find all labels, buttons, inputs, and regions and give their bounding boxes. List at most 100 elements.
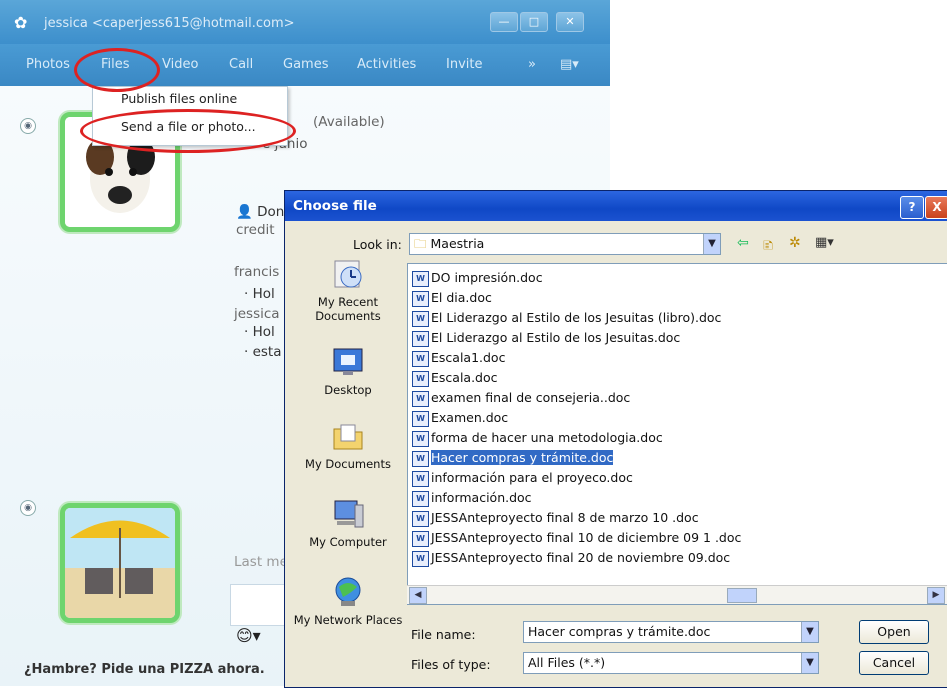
chat-snippet-2: credit — [236, 222, 275, 238]
place-label: My Recent Documents — [315, 295, 381, 323]
window-title: jessica <caperjess615@hotmail.com> — [44, 16, 295, 31]
menu-item-publish-files[interactable]: Publish files online — [121, 91, 237, 106]
collapse-icon[interactable]: ◉ — [20, 118, 36, 134]
my-documents-icon — [331, 419, 365, 453]
menu-options-icon[interactable]: ▤▾ — [560, 57, 579, 72]
back-icon[interactable]: ⇦ — [737, 235, 749, 251]
places-bar: My Recent Documents Desktop My Documents… — [293, 257, 403, 677]
file-item[interactable]: W JESSAnteproyecto final 8 de marzo 10 .d… — [412, 510, 699, 530]
menu-games[interactable]: Games — [283, 57, 328, 72]
messenger-titlebar: ✿ jessica <caperjess615@hotmail.com> — □… — [0, 0, 610, 44]
look-in-label: Look in: — [353, 237, 402, 252]
file-item[interactable]: Winformación para el proyeco.doc — [412, 470, 633, 490]
file-item-selected[interactable]: W Hacer compras y trámite.doc — [412, 450, 614, 470]
word-doc-icon: W — [412, 390, 429, 407]
maximize-button[interactable]: □ — [520, 12, 548, 32]
file-item[interactable]: W El Liderazgo al Estilo de los Jesuitas … — [412, 310, 721, 330]
file-item[interactable]: Winformación.doc — [412, 490, 532, 510]
message-input[interactable] — [230, 584, 292, 626]
word-doc-icon: W — [412, 430, 429, 447]
place-desktop[interactable]: Desktop — [293, 345, 403, 397]
minimize-button[interactable]: — — [490, 12, 518, 32]
view-menu-icon[interactable]: ▦▾ — [815, 235, 834, 250]
word-doc-icon: W — [412, 270, 429, 287]
cancel-button[interactable]: Cancel — [859, 651, 929, 675]
menu-photos[interactable]: Photos — [26, 57, 70, 72]
help-button[interactable]: ? — [900, 196, 924, 219]
chevron-down-icon: ▼ — [801, 653, 818, 673]
dialog-titlebar: Choose file ? X — [285, 191, 947, 221]
file-item[interactable]: W DO impresión.doc — [412, 270, 543, 290]
file-name-value: Hacer compras y trámite.doc — [528, 624, 711, 639]
place-network[interactable]: My Network Places — [293, 575, 403, 627]
place-label: My Computer — [309, 535, 387, 549]
word-doc-icon: W — [412, 490, 429, 507]
scroll-right-icon[interactable]: ▶ — [927, 587, 945, 604]
word-doc-icon: W — [412, 450, 429, 467]
contact-status: (Available) — [313, 114, 385, 130]
send-file-highlight-circle — [80, 109, 296, 153]
file-name-input[interactable]: Hacer compras y trámite.doc ▼ — [523, 621, 819, 643]
word-doc-icon: W — [412, 410, 429, 427]
chat-line: · esta — [244, 344, 282, 360]
file-list: W DO impresión.doc W El dia.doc W El Lidera… — [407, 263, 947, 605]
word-doc-icon: W — [412, 290, 429, 307]
look-in-value: Maestria — [430, 236, 485, 251]
file-item[interactable]: W Examen.doc — [412, 410, 508, 430]
menu-invite[interactable]: Invite — [446, 57, 482, 72]
close-dialog-button[interactable]: X — [925, 196, 947, 219]
file-item[interactable]: W El dia.doc — [412, 290, 492, 310]
last-message-label: Last me — [234, 554, 288, 570]
place-my-computer[interactable]: My Computer — [293, 497, 403, 549]
emoticon-icon[interactable]: 😊▾ — [236, 626, 261, 645]
chat-line: · Hol — [244, 324, 275, 340]
collapse-icon-bottom[interactable]: ◉ — [20, 500, 36, 516]
folder-icon: 🗀 — [414, 236, 427, 251]
menu-more[interactable]: » — [528, 57, 536, 72]
messenger-icon: ✿ — [14, 13, 28, 32]
beach-picture-icon — [65, 508, 175, 618]
up-folder-icon[interactable]: 🗈 — [763, 235, 773, 259]
word-doc-icon: W — [412, 370, 429, 387]
desktop-icon — [331, 345, 365, 379]
chevron-down-icon: ▼ — [801, 622, 818, 642]
file-item[interactable]: Wexamen final de consejeria..doc — [412, 390, 630, 410]
open-button[interactable]: Open — [859, 620, 929, 644]
file-type-select[interactable]: All Files (*.*) ▼ — [523, 652, 819, 674]
file-item[interactable]: W El Liderazgo al Estilo de los Jesuitas.… — [412, 330, 680, 350]
word-doc-icon: W — [412, 530, 429, 547]
place-my-documents[interactable]: My Documents — [293, 419, 403, 471]
choose-file-dialog: Choose file ? X Look in: 🗀 Maestria ▼ ⇦ … — [284, 190, 947, 688]
horizontal-scrollbar[interactable]: ◀ ▶ — [407, 585, 947, 604]
word-doc-icon: W — [412, 330, 429, 347]
close-window-button[interactable]: ✕ — [556, 12, 584, 32]
scroll-left-icon[interactable]: ◀ — [409, 587, 427, 604]
files-highlight-circle — [74, 48, 160, 92]
place-recent-documents[interactable]: My Recent Documents — [293, 257, 403, 323]
file-type-value: All Files (*.*) — [528, 655, 606, 670]
chat-line: · Hol — [244, 286, 275, 302]
my-computer-icon — [331, 497, 365, 531]
new-folder-icon[interactable]: ✲ — [789, 235, 801, 251]
look-in-select[interactable]: 🗀 Maestria ▼ — [409, 233, 721, 255]
menu-call[interactable]: Call — [229, 57, 253, 72]
word-doc-icon: W — [412, 310, 429, 327]
file-item[interactable]: W JESSAnteproyecto final 20 de noviembre … — [412, 550, 730, 570]
file-type-label: Files of type: — [411, 657, 491, 672]
user-avatar — [60, 503, 180, 623]
file-item[interactable]: W Escala.doc — [412, 370, 498, 390]
ad-text[interactable]: ¿Hambre? Pide una PIZZA ahora. — [24, 662, 265, 677]
word-doc-icon: W — [412, 510, 429, 527]
dialog-title: Choose file — [293, 198, 377, 214]
file-item[interactable]: W Escala1.doc — [412, 350, 505, 370]
place-label: Desktop — [324, 383, 372, 397]
menu-video[interactable]: Video — [162, 57, 198, 72]
file-item[interactable]: W JESSAnteproyecto final 10 de diciembre … — [412, 530, 741, 550]
recent-documents-icon — [331, 257, 365, 291]
chat-sender: jessica — [234, 306, 280, 322]
place-label: My Network Places — [293, 613, 403, 627]
file-item[interactable]: Wforma de hacer una metodologia.doc — [412, 430, 663, 450]
scroll-thumb[interactable] — [727, 588, 757, 603]
chevron-down-icon: ▼ — [703, 234, 720, 254]
menu-activities[interactable]: Activities — [357, 57, 416, 72]
